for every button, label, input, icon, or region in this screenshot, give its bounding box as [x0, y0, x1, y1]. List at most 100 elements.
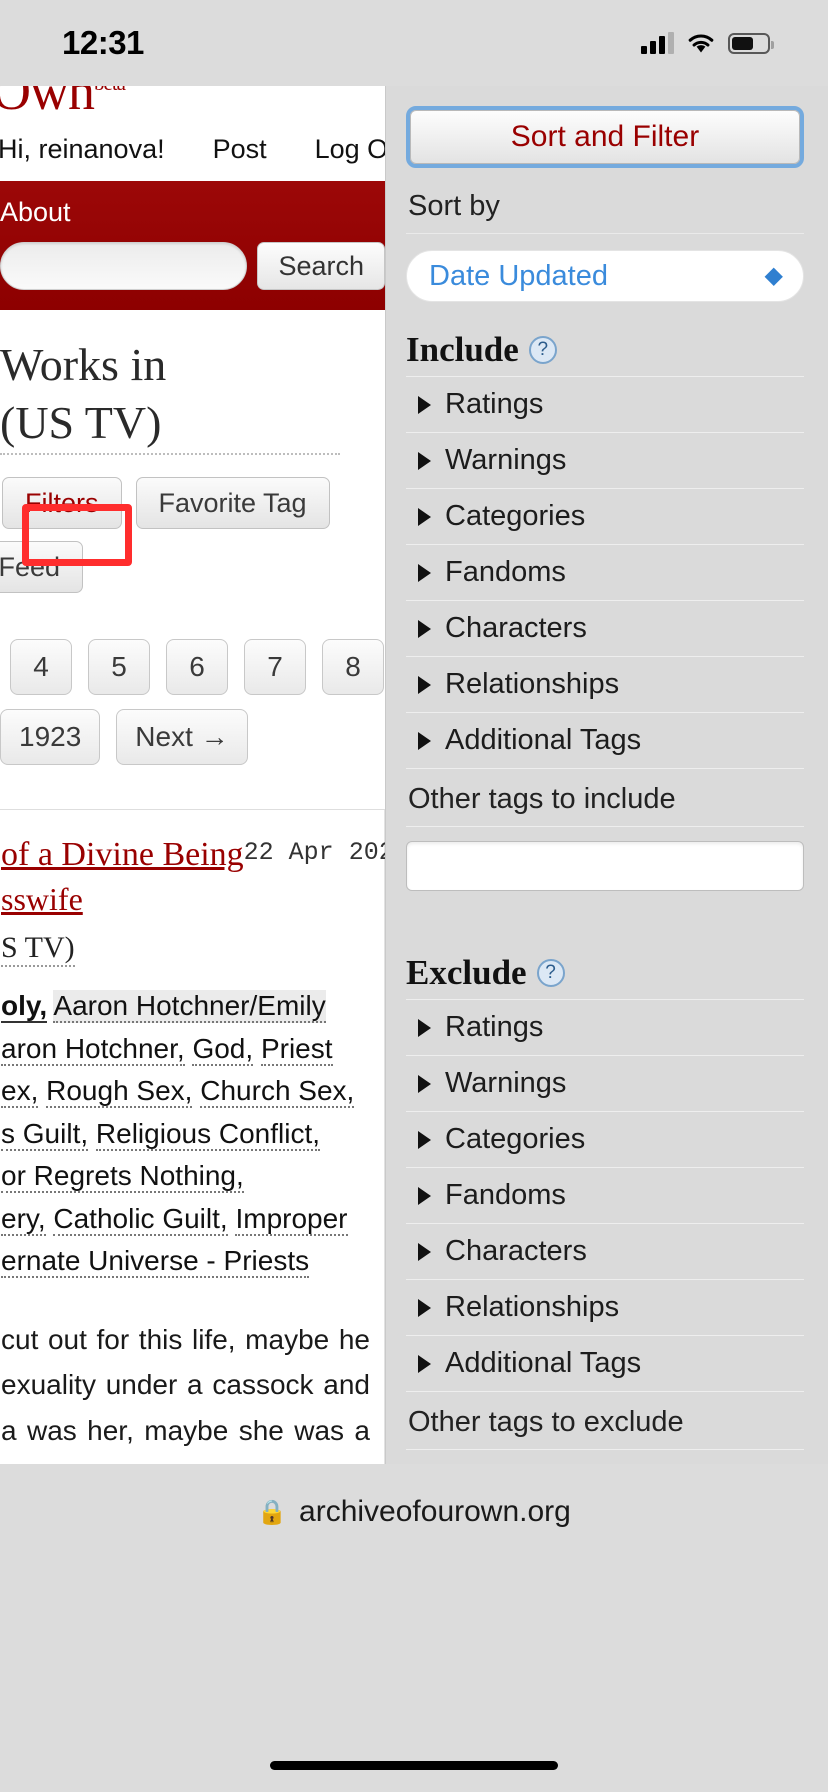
tag[interactable]: or Regrets Nothing,	[1, 1160, 244, 1194]
include-filter-ratings[interactable]: Ratings	[406, 377, 804, 433]
exclude-filter-fandoms[interactable]: Fandoms	[406, 1168, 804, 1224]
safari-bottom-bar: 🔒 archiveofourown.org	[0, 1464, 828, 1792]
filter-label: Additional Tags	[445, 1347, 642, 1379]
favorite-tag-button[interactable]: Favorite Tag	[135, 477, 330, 529]
status-icons	[641, 32, 774, 54]
phone-screen: 12:31 Ownbeta Hi, reinanova!	[0, 0, 828, 1792]
cellular-bars-icon	[641, 32, 674, 54]
tag[interactable]: Rough Sex,	[46, 1075, 193, 1109]
sort-by-label: Sort by	[406, 174, 804, 234]
work-title-link[interactable]: of a Divine Being	[1, 832, 244, 878]
triangle-right-icon	[418, 1242, 431, 1261]
include-filter-additional-tags[interactable]: Additional Tags	[406, 713, 804, 769]
work-date: 22 Apr 2024	[243, 838, 385, 867]
pagination-page[interactable]: 6	[166, 639, 228, 695]
include-heading-text: Include	[406, 330, 519, 369]
sort-by-value: Date Updated	[429, 259, 608, 292]
filter-label: Ratings	[445, 1011, 544, 1043]
pagination-row-1: 4 5 6 7 8	[0, 639, 385, 695]
search-input[interactable]	[0, 242, 248, 290]
triangle-right-icon	[418, 619, 431, 638]
pagination-page[interactable]: 8	[322, 639, 384, 695]
status-time: 12:31	[62, 24, 144, 61]
include-filter-fandoms[interactable]: Fandoms	[406, 545, 804, 601]
filters-button[interactable]: Filters	[2, 477, 122, 529]
tag[interactable]: ery,	[1, 1202, 46, 1236]
tag[interactable]: God,	[192, 1032, 254, 1066]
work-fandom-link[interactable]: S TV)	[1, 931, 75, 968]
exclude-filter-categories[interactable]: Categories	[406, 1112, 804, 1168]
filter-label: Characters	[445, 612, 587, 644]
safari-webview: Ownbeta Hi, reinanova! Post Log Out Abou…	[0, 86, 828, 1464]
filter-label: Categories	[445, 1123, 586, 1155]
pagination-page[interactable]: 4	[10, 639, 72, 695]
url-bar[interactable]: 🔒 archiveofourown.org	[0, 1464, 828, 1560]
sort-and-filter-button[interactable]: Sort and Filter	[410, 110, 800, 164]
filter-label: Categories	[445, 500, 586, 532]
title-divider	[0, 453, 340, 455]
tag[interactable]: ernate Universe - Priests	[1, 1245, 310, 1279]
triangle-right-icon	[418, 1074, 431, 1093]
pagination-last-page[interactable]: 1923	[0, 709, 101, 765]
question-mark-icon[interactable]: ?	[536, 959, 565, 987]
tag[interactable]: aron Hotchner,	[1, 1032, 185, 1066]
include-filter-categories[interactable]: Categories	[406, 489, 804, 545]
home-indicator[interactable]	[270, 1761, 558, 1770]
filter-label: Characters	[445, 1235, 587, 1267]
filter-label: Fandoms	[445, 1179, 566, 1211]
nav-logout[interactable]: Log Out	[291, 134, 385, 165]
pagination-page[interactable]: 5	[88, 639, 150, 695]
filter-label: Relationships	[445, 668, 620, 700]
other-tags-include-input[interactable]	[406, 841, 804, 891]
tag[interactable]: Improper	[235, 1202, 348, 1236]
rss-feed-button[interactable]: SS Feed	[0, 541, 84, 593]
exclude-heading-text: Exclude	[406, 953, 527, 992]
tag[interactable]: Catholic Guilt,	[53, 1202, 228, 1236]
tag[interactable]: s Guilt,	[1, 1117, 89, 1151]
include-filter-warnings[interactable]: Warnings	[406, 433, 804, 489]
wifi-icon	[687, 33, 715, 54]
pagination-next[interactable]: Next →	[116, 709, 248, 765]
sort-by-select[interactable]: Date Updated ◆	[406, 250, 804, 302]
triangle-right-icon	[418, 731, 431, 750]
tag[interactable]: Aaron Hotchner/Emily	[53, 990, 326, 1024]
triangle-right-icon	[418, 675, 431, 694]
filter-label: Relationships	[445, 1291, 620, 1323]
exclude-heading: Exclude ?	[406, 925, 804, 1000]
exclude-filter-characters[interactable]: Characters	[406, 1224, 804, 1280]
sort-and-filter-focus-ring: Sort and Filter	[406, 106, 804, 168]
search-button[interactable]: Search	[257, 242, 385, 290]
exclude-filter-ratings[interactable]: Ratings	[406, 1000, 804, 1056]
question-mark-icon[interactable]: ?	[528, 336, 557, 364]
feed-buttons: SS Feed	[0, 541, 385, 593]
lock-icon: 🔒	[257, 1498, 288, 1526]
logo-text: Own	[0, 86, 95, 120]
exclude-filter-warnings[interactable]: Warnings	[406, 1056, 804, 1112]
other-tags-exclude-label: Other tags to exclude	[406, 1392, 804, 1450]
tag[interactable]: Religious Conflict,	[95, 1117, 321, 1151]
triangle-right-icon	[418, 1354, 431, 1373]
nav-about[interactable]: About	[0, 197, 71, 228]
filter-label: Fandoms	[445, 556, 566, 588]
triangle-right-icon	[418, 507, 431, 526]
site-logo[interactable]: Ownbeta	[0, 86, 385, 120]
page-title: Works in (US TV)	[0, 310, 385, 461]
include-filter-relationships[interactable]: Relationships	[406, 657, 804, 713]
tag[interactable]: Church Sex,	[200, 1075, 355, 1109]
user-greeting-bar: Hi, reinanova! Post Log Out	[0, 120, 385, 181]
exclude-filter-relationships[interactable]: Relationships	[406, 1280, 804, 1336]
exclude-filter-additional-tags[interactable]: Additional Tags	[406, 1336, 804, 1392]
tag[interactable]: Priest	[260, 1032, 333, 1066]
triangle-right-icon	[418, 395, 431, 414]
page-title-line2: (US TV)	[0, 396, 162, 448]
include-filter-characters[interactable]: Characters	[406, 601, 804, 657]
triangle-right-icon	[418, 563, 431, 582]
pagination-page[interactable]: 7	[244, 639, 306, 695]
work-tags: oly, Aaron Hotchner/Emily aron Hotchner,…	[0, 967, 384, 1283]
filter-label: Additional Tags	[445, 724, 642, 756]
nav-post[interactable]: Post	[189, 134, 291, 165]
work-author-link[interactable]: sswife	[1, 878, 244, 921]
tag-required[interactable]: oly,	[1, 990, 48, 1024]
tag[interactable]: ex,	[1, 1075, 39, 1109]
triangle-right-icon	[418, 1018, 431, 1037]
